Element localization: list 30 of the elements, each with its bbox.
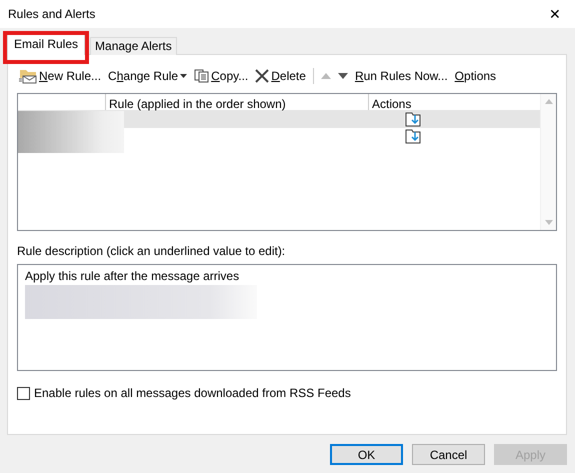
move-up-icon [320,72,331,80]
window-title: Rules and Alerts [8,6,96,23]
column-header[interactable]: Rule (applied in the order shown) [105,94,368,110]
move-to-folder-icon [405,129,421,144]
move-to-folder-icon [405,112,421,127]
rule-row[interactable] [124,111,540,128]
delete-icon [255,69,270,83]
scroll-down-icon[interactable] [544,220,552,225]
caret-icon [180,74,188,78]
move-down-icon [338,72,348,80]
close-button[interactable]: ✕ [545,7,565,21]
toolbar-button[interactable]: Change Rule [108,67,188,85]
tab[interactable]: Email Rules [7,33,86,55]
scrollbar[interactable] [540,94,556,230]
description-text: Apply this rule after the message arrives [25,268,240,285]
move-down-button[interactable] [338,72,348,80]
checkbox[interactable] [17,386,30,400]
envelope-icon [19,68,37,84]
toolbar-button[interactable]: Options [454,67,496,85]
scroll-up-icon[interactable] [544,99,552,104]
copy-icon [194,69,210,83]
toolbar-button[interactable]: Delete [255,67,306,85]
description-label: Rule description (click an underlined value to edit): [17,243,286,260]
dialog-button[interactable]: Cancel [412,444,485,465]
toolbar-button[interactable]: Run Rules Now... [354,67,448,85]
toolbar-button[interactable]: Copy... [194,67,248,85]
tab[interactable]: Manage Alerts [90,37,177,55]
toolbar-button[interactable]: New Rule... [19,67,102,85]
checkbox-label: Enable rules on all messages downloaded from RSS Feeds [34,385,351,402]
dialog-button[interactable]: OK [330,444,403,465]
